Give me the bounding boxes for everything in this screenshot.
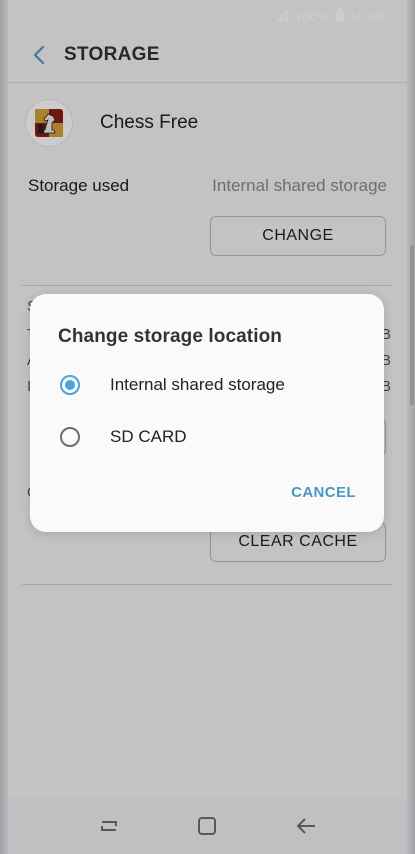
option-label: Internal shared storage	[110, 375, 285, 394]
option-label: SD CARD	[110, 427, 187, 446]
radio-checked-icon[interactable]	[60, 375, 80, 395]
phone-screen: 100% 10:00 STORAGE Chess Free Storage us…	[0, 0, 415, 854]
option-internal-storage[interactable]: Internal shared storage	[58, 363, 356, 407]
cancel-button[interactable]: CANCEL	[291, 484, 356, 501]
option-sd-card[interactable]: SD CARD	[58, 415, 356, 459]
dialog-title: Change storage location	[58, 326, 283, 347]
radio-unchecked-icon[interactable]	[60, 427, 80, 447]
change-storage-dialog: Change storage location Internal shared …	[30, 294, 384, 532]
